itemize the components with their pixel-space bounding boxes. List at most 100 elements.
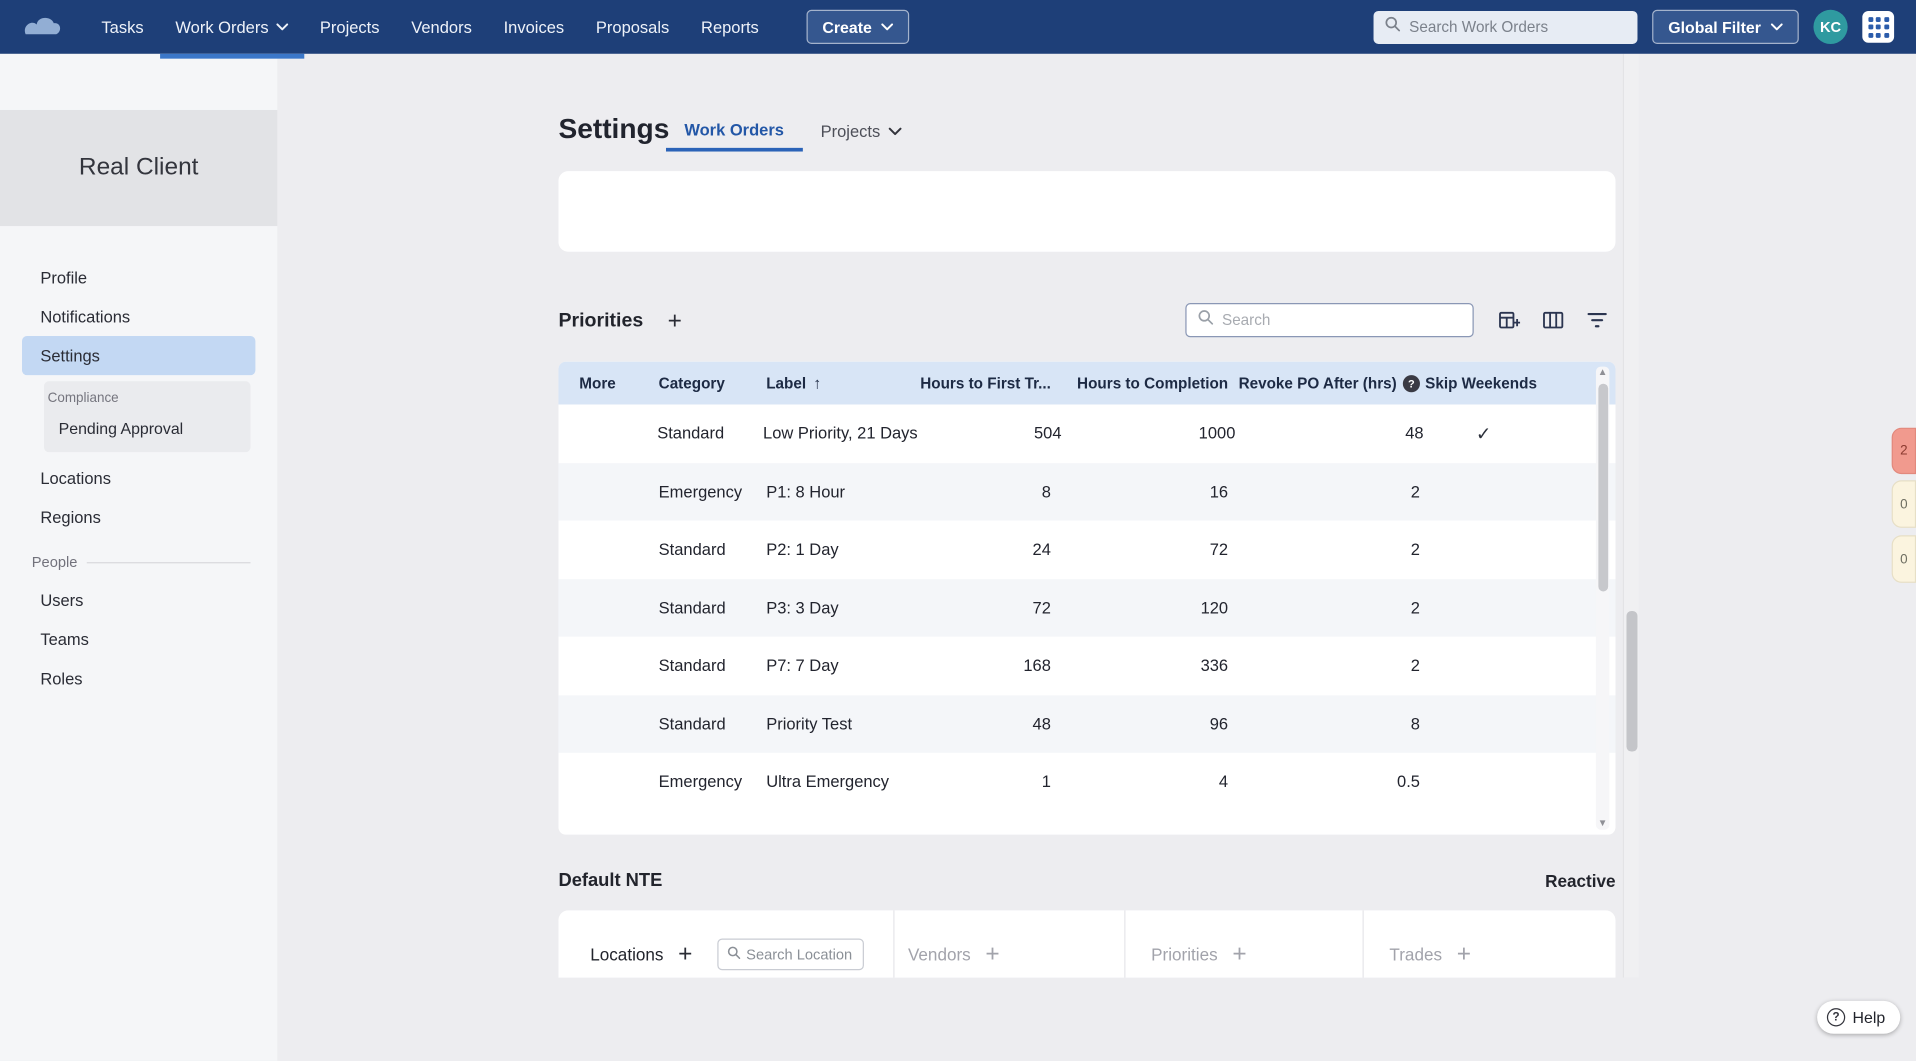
table-layout-icon[interactable]: [1495, 306, 1524, 335]
nte-locations-label: Locations: [590, 944, 664, 965]
nte-vendors-label: Vendors: [907, 944, 971, 965]
row-hours-first: 24: [1032, 540, 1051, 559]
col-header-revoke-po[interactable]: Revoke PO After (hrs) ?: [1228, 374, 1420, 392]
app-grid-icon[interactable]: [1862, 10, 1895, 43]
add-nte-priority-button[interactable]: +: [1232, 942, 1246, 966]
nte-trades-label: Trades: [1389, 944, 1443, 965]
row-hours-completion: 72: [1209, 540, 1229, 559]
priorities-search-box[interactable]: [1185, 303, 1474, 338]
search-work-orders-input[interactable]: [1409, 18, 1627, 36]
nav-item-proposals[interactable]: Proposals: [580, 0, 685, 54]
col-header-label[interactable]: Label ↑: [749, 374, 904, 392]
sidebar-item-pending-approval[interactable]: Pending Approval: [44, 406, 251, 437]
row-category: Standard: [658, 598, 726, 617]
table-row[interactable]: Standard P2: 1 Day 24 72 2: [558, 521, 1615, 579]
location-search-input[interactable]: [746, 945, 854, 963]
navbar-right-group: Global Filter KC: [1373, 9, 1895, 44]
table-row[interactable]: Standard Priority Test 48 96 8: [558, 694, 1616, 753]
sidebar-item-notifications[interactable]: Notifications: [22, 297, 255, 336]
row-hours-completion: 16: [1209, 482, 1229, 501]
nav-item-work-orders[interactable]: Work Orders: [159, 0, 305, 59]
help-button[interactable]: ? Help: [1817, 1000, 1900, 1034]
row-revoke-po: 2: [1410, 656, 1420, 675]
global-filter-label: Global Filter: [1668, 17, 1761, 37]
nte-priorities-column: Priorities +: [1124, 910, 1362, 978]
table-row[interactable]: Emergency Ultra Emergency 1 4 0.5: [558, 753, 1615, 811]
scroll-up-icon[interactable]: ▲: [1596, 367, 1609, 379]
scroll-down-icon[interactable]: ▼: [1596, 818, 1609, 830]
nav-item-label: Invoices: [503, 17, 565, 37]
add-priority-button[interactable]: +: [668, 309, 682, 333]
table-row[interactable]: Standard Low Priority, 21 Days 504 1000 48 ✓: [558, 404, 1615, 462]
create-button[interactable]: Create: [806, 9, 910, 44]
row-label: Low Priority, 21 Days: [763, 424, 918, 443]
table-row[interactable]: Emergency P1: 8 Hour 8 16 2: [558, 462, 1616, 521]
sidebar-item-regions[interactable]: Regions: [22, 497, 255, 536]
row-hours-first: 168: [1023, 656, 1051, 675]
col-header-hours-first[interactable]: Hours to First Tr...: [904, 375, 1051, 392]
add-trade-button[interactable]: +: [1457, 942, 1471, 966]
priorities-search-input[interactable]: [1222, 311, 1462, 329]
sidebar-item-users[interactable]: Users: [22, 580, 255, 619]
nav-item-invoices[interactable]: Invoices: [488, 0, 580, 54]
add-vendor-button[interactable]: +: [985, 942, 999, 966]
row-revoke-po: 0.5: [1397, 772, 1420, 791]
sidebar-item-roles[interactable]: Roles: [22, 659, 255, 698]
global-filter-button[interactable]: Global Filter: [1652, 9, 1799, 44]
primary-nav: Tasks Work Orders Projects Vendors Invoices P…: [86, 0, 775, 59]
sort-ascending-icon[interactable]: ↑: [813, 374, 821, 392]
sidebar-menu: Profile Notifications Settings Compliance …: [0, 258, 277, 698]
top-navbar: Tasks Work Orders Projects Vendors Invoices P…: [0, 0, 1916, 59]
edge-panel-tab-3[interactable]: 0: [1891, 535, 1916, 583]
location-search-box[interactable]: [716, 938, 864, 971]
create-button-label: Create: [822, 17, 872, 37]
columns-icon[interactable]: [1538, 306, 1567, 335]
edge-panel-tab-1[interactable]: 2: [1891, 427, 1916, 475]
row-label: P3: 3 Day: [766, 598, 839, 617]
default-nte-title: Default NTE: [558, 870, 663, 891]
settings-scroll-area: Settings Work Orders Projects Priorities…: [277, 53, 1642, 978]
main-area: Settings Work Orders Projects Priorities…: [277, 53, 1916, 1061]
col-header-category[interactable]: Category: [637, 375, 749, 392]
user-avatar[interactable]: KC: [1813, 9, 1848, 44]
row-hours-completion: 1000: [1198, 424, 1236, 443]
page-title: Settings: [558, 112, 670, 145]
priorities-title: Priorities: [558, 310, 644, 332]
table-row[interactable]: Standard P7: 7 Day 168 336 2: [558, 637, 1615, 695]
row-category: Standard: [657, 424, 725, 443]
col-header-hours-completion[interactable]: Hours to Completion: [1051, 375, 1228, 392]
tab-work-orders[interactable]: Work Orders: [665, 111, 803, 152]
chevron-down-icon: [1770, 23, 1783, 31]
nav-item-vendors[interactable]: Vendors: [395, 0, 487, 54]
row-category: Standard: [658, 656, 726, 675]
nav-item-projects[interactable]: Projects: [304, 0, 395, 54]
nav-item-tasks[interactable]: Tasks: [86, 0, 160, 54]
help-circle-icon[interactable]: ?: [1402, 374, 1420, 392]
tab-projects[interactable]: Projects: [802, 111, 920, 151]
page-scrollbar-thumb[interactable]: [1626, 611, 1638, 752]
page-scrollbar[interactable]: [1622, 53, 1639, 978]
row-hours-first: 72: [1032, 598, 1051, 617]
add-location-button[interactable]: +: [678, 942, 692, 966]
table-row[interactable]: Standard P3: 3 Day 72 120 2: [558, 578, 1616, 637]
row-label: Ultra Emergency: [766, 772, 890, 791]
nav-item-label: Work Orders: [175, 17, 269, 37]
app-logo-icon[interactable]: [20, 11, 74, 43]
sidebar-item-locations[interactable]: Locations: [22, 458, 255, 497]
edge-panel-tab-2[interactable]: 0: [1891, 480, 1916, 528]
row-label: P2: 1 Day: [766, 540, 839, 559]
sidebar-item-profile[interactable]: Profile: [22, 258, 255, 297]
col-header-skip-weekends[interactable]: Skip Weekends: [1420, 375, 1542, 392]
row-revoke-po: 2: [1410, 598, 1420, 617]
row-hours-first: 1: [1041, 772, 1051, 791]
nav-item-reports[interactable]: Reports: [685, 0, 775, 54]
row-category: Emergency: [658, 482, 743, 501]
sidebar-item-teams[interactable]: Teams: [22, 620, 255, 659]
global-search-box[interactable]: [1373, 10, 1638, 44]
sidebar-item-settings[interactable]: Settings: [21, 336, 256, 376]
col-header-more[interactable]: More: [558, 375, 636, 392]
table-scrollbar[interactable]: ▲ ▼: [1595, 366, 1610, 830]
filter-icon[interactable]: [1582, 306, 1611, 335]
table-scrollbar-thumb[interactable]: [1597, 383, 1608, 592]
nte-mode-reactive[interactable]: Reactive: [1545, 871, 1615, 891]
